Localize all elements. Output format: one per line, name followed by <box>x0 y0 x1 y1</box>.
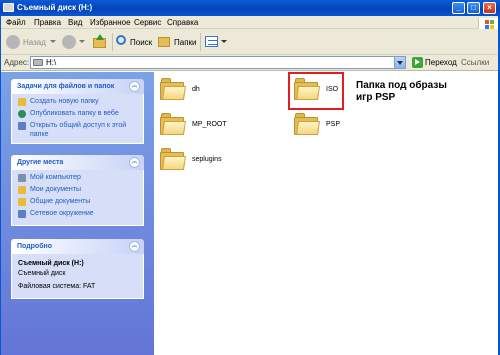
place-shared-documents[interactable]: Общие документы <box>18 197 139 209</box>
window-title: Съемный диск (H:) <box>17 3 93 12</box>
menu-bar: Файл Правка Вид Избранное Сервис Справка <box>0 16 500 31</box>
forward-button[interactable] <box>62 34 86 50</box>
highlight-box <box>288 72 344 110</box>
back-button[interactable]: Назад <box>6 34 58 50</box>
task-share-folder[interactable]: Открыть общий доступ к этой папке <box>18 121 139 139</box>
annotation-line: Папка под образы <box>356 80 447 91</box>
details-name: Съемный диск (H:) <box>18 260 84 267</box>
place-label: Сетевое окружение <box>30 210 94 217</box>
annotation-text: Папка под образы игр PSP <box>356 80 447 104</box>
place-network[interactable]: Сетевое окружение <box>18 209 139 221</box>
address-bar: Адрес: H:\ Переход Ссылки <box>0 55 500 71</box>
folder-icon <box>160 113 186 135</box>
places-panel-header[interactable]: Другие места ︽ <box>11 155 144 170</box>
views-icon <box>205 36 218 47</box>
place-label: Мои документы <box>30 186 82 193</box>
collapse-chevron-icon[interactable]: ︽ <box>129 81 140 92</box>
minimize-button[interactable]: _ <box>452 2 465 14</box>
views-button[interactable] <box>205 34 227 50</box>
menu-edit[interactable]: Правка <box>34 18 61 27</box>
go-arrow-icon[interactable] <box>412 57 423 68</box>
share-icon <box>18 122 26 130</box>
chevron-down-icon <box>79 40 85 43</box>
details-panel-title: Подробно <box>17 243 53 250</box>
tasks-panel: Задачи для файлов и папок ︽ Создать нову… <box>11 79 144 144</box>
back-arrow-icon <box>6 35 20 49</box>
search-icon <box>116 35 126 45</box>
maximize-button[interactable]: □ <box>467 2 480 14</box>
place-label: Общие документы <box>30 198 91 205</box>
documents-icon <box>18 186 26 194</box>
drive-icon <box>33 59 43 66</box>
task-label: Создать новую папку <box>30 98 99 105</box>
shared-documents-icon <box>18 198 26 206</box>
search-button[interactable]: Поиск <box>116 34 154 50</box>
toolbar-separator <box>112 33 113 51</box>
task-publish-web[interactable]: Опубликовать папку в вебе <box>18 109 139 121</box>
menu-help[interactable]: Справка <box>167 18 198 27</box>
toolbar-separator <box>200 33 201 51</box>
details-type: Съемный диск <box>18 270 66 277</box>
details-panel-header[interactable]: Подробно ︽ <box>11 239 144 254</box>
folder-item[interactable]: PSP <box>294 111 354 141</box>
title-bar: Съемный диск (H:) _ □ × <box>0 0 500 16</box>
go-button[interactable]: Переход <box>425 58 457 67</box>
task-pane: Задачи для файлов и папок ︽ Создать нову… <box>0 72 154 355</box>
tasks-panel-header[interactable]: Задачи для файлов и папок ︽ <box>11 79 144 94</box>
collapse-chevron-icon[interactable]: ︽ <box>129 241 140 252</box>
network-icon <box>18 210 26 218</box>
task-label: Открыть общий доступ к этой папке <box>30 122 127 138</box>
globe-icon <box>18 110 26 118</box>
address-dropdown-button[interactable] <box>394 56 406 69</box>
file-view: dh ISO Папка под образы игр PSP MP_ROOT … <box>154 72 500 355</box>
computer-icon <box>18 174 26 182</box>
place-my-computer[interactable]: Мой компьютер <box>18 173 139 185</box>
task-new-folder[interactable]: Создать новую папку <box>18 97 139 109</box>
back-label: Назад <box>23 38 46 47</box>
places-panel: Другие места ︽ Мой компьютер Мои докумен… <box>11 155 144 226</box>
task-label: Опубликовать папку в вебе <box>30 110 119 117</box>
up-arrow-icon <box>96 34 104 40</box>
address-input[interactable]: H:\ <box>30 56 395 69</box>
links-button[interactable]: Ссылки <box>461 58 489 67</box>
place-label: Мой компьютер <box>30 174 81 181</box>
folder-icon <box>294 113 320 135</box>
new-folder-icon <box>18 98 26 106</box>
search-label: Поиск <box>130 38 153 47</box>
menu-favorites[interactable]: Избранное <box>90 18 131 27</box>
folder-name: dh <box>192 86 200 93</box>
annotation-line: игр PSP <box>356 92 396 103</box>
folder-item[interactable]: MP_ROOT <box>160 111 240 141</box>
tasks-panel-title: Задачи для файлов и папок <box>17 83 115 90</box>
folder-item[interactable]: dh <box>160 76 220 106</box>
chevron-down-icon <box>221 40 227 43</box>
address-value: H:\ <box>46 58 57 67</box>
folders-button[interactable]: Папки <box>158 34 197 50</box>
folder-name: PSP <box>326 121 341 128</box>
drive-icon <box>3 3 14 12</box>
folder-icon <box>160 78 186 100</box>
folders-icon <box>158 37 170 47</box>
menu-view[interactable]: Вид <box>68 18 82 27</box>
close-button[interactable]: × <box>483 2 496 14</box>
details-panel: Подробно ︽ Съемный диск (H:) Съемный дис… <box>11 239 144 299</box>
places-panel-title: Другие места <box>17 159 64 166</box>
address-label: Адрес: <box>4 58 30 67</box>
folder-icon <box>160 148 186 170</box>
forward-arrow-icon <box>62 35 76 49</box>
up-folder-button[interactable] <box>92 34 108 50</box>
window-frame-left <box>0 16 1 355</box>
details-filesystem: Файловая система: FAT <box>18 283 96 290</box>
folder-name: MP_ROOT <box>192 121 227 128</box>
folder-name: seplugins <box>192 156 222 163</box>
place-my-documents[interactable]: Мои документы <box>18 185 139 197</box>
folders-label: Папки <box>174 38 197 47</box>
menu-file[interactable]: Файл <box>6 18 26 27</box>
folder-item[interactable]: seplugins <box>160 146 240 176</box>
chevron-down-icon <box>50 40 56 43</box>
collapse-chevron-icon[interactable]: ︽ <box>129 157 140 168</box>
toolbar: Назад Поиск Папки <box>0 29 500 55</box>
menu-tools[interactable]: Сервис <box>134 18 161 27</box>
